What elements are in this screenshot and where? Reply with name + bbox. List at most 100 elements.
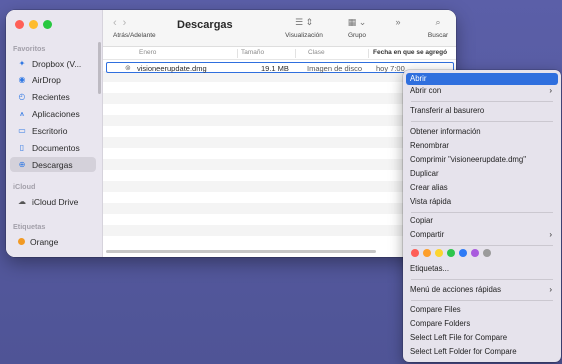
sidebar-item-label: Dropbox (V... [32,58,82,69]
sidebar-item-label: Orange [30,236,59,247]
file-date: hoy 7:00 [376,64,405,73]
menu-item-compare-files[interactable]: Compare Files [406,304,558,316]
file-row-selected[interactable]: ⊚ visioneerupdate.dmg 19.1 MB Imagen de … [106,62,454,73]
document-icon: ▯ [19,143,25,152]
tag-color-dot[interactable] [411,249,419,257]
zoom-button[interactable] [43,20,52,29]
column-size[interactable]: Tamaño [241,49,264,56]
tag-color-dot[interactable] [447,249,455,257]
menu-item-open[interactable]: Abrir [406,73,558,85]
apps-icon: ⩚ [19,108,25,118]
sidebar-item-airdrop[interactable]: ◉ AirDrop [10,72,96,87]
sidebar-item-recientes[interactable]: ◴ Recientes [10,89,96,104]
menu-item-select-left-file[interactable]: Select Left File for Compare [406,332,558,344]
column-headers: Enero Tamaño Clase Fecha en que se agreg… [103,47,456,60]
column-date-added[interactable]: Fecha en que se agregó [373,49,447,56]
menu-item-rename[interactable]: Renombrar [406,140,558,152]
toolbar: ‹› Atrás/Adelante Descargas ☰ ⇕ Visualiz… [103,10,456,47]
back-forward-buttons[interactable]: ‹› [113,17,132,29]
menu-separator [411,101,553,102]
sidebar-item-descargas[interactable]: ⊕ Descargas [10,157,96,172]
context-menu: Abrir Abrir con › Transferir al basurero… [403,70,561,362]
menu-item-quick-actions[interactable]: Menú de acciones rápidas › [406,284,558,296]
column-divider [295,49,296,58]
menu-separator [411,279,553,280]
tag-color-dot[interactable] [483,249,491,257]
window-controls [15,20,52,29]
view-control[interactable]: ☰ ⇕ Visualización [279,17,329,39]
column-divider [368,49,369,58]
file-size: 19.1 MB [261,64,289,73]
nav-label: Atrás/Adelante [113,32,156,39]
orange-tag-dot [18,238,25,245]
view-label: Visualización [285,32,323,39]
chevron-right-icon: › [549,285,552,294]
column-divider [237,49,238,58]
sidebar-item-dropbox[interactable]: ✦ Dropbox (V... [10,56,96,71]
group-control[interactable]: ▦ ⌄ Grupo [337,17,377,39]
file-kind: Imagen de disco [307,64,363,73]
sidebar-item-label: Aplicaciones [32,108,80,119]
close-button[interactable] [15,20,24,29]
menu-item-quick-look[interactable]: Vista rápida [406,196,558,208]
sidebar-scrollbar[interactable] [98,42,101,94]
menu-separator [411,245,553,246]
list-view-icon: ☰ ⇕ [294,17,314,27]
chevron-right-icon: › [549,230,552,239]
menu-item-share[interactable]: Compartir › [406,229,558,241]
finder-window: Favoritos ✦ Dropbox (V... ◉ AirDrop ◴ Re… [6,10,456,257]
sidebar-item-tag-orange[interactable]: Orange [10,234,96,249]
search-label: Buscar [427,32,449,39]
menu-item-label: Compartir [410,230,445,239]
sidebar-item-label: Descargas [32,159,73,170]
menu-separator [411,300,553,301]
menu-item-get-info[interactable]: Obtener información [406,126,558,138]
column-kind[interactable]: Clase [308,49,325,56]
menu-item-compare-folders[interactable]: Compare Folders [406,318,558,330]
menu-item-duplicate[interactable]: Duplicar [406,168,558,180]
sidebar-item-aplicaciones[interactable]: ⩚ Aplicaciones [10,106,96,121]
sidebar-item-icloud-drive[interactable]: ☁ iCloud Drive [10,194,96,209]
column-name[interactable]: Enero [139,49,156,56]
dropbox-icon: ✦ [18,59,26,68]
menu-item-copy[interactable]: Copiar [406,215,558,227]
chevron-left-icon[interactable]: ‹ [113,17,123,29]
tag-color-dot[interactable] [423,249,431,257]
menu-item-move-to-trash[interactable]: Transferir al basurero [406,105,558,117]
chevron-right-icon[interactable]: › [123,17,133,29]
desktop-icon: ▭ [18,126,26,135]
favorites-heading: Favoritos [13,44,46,53]
tag-color-dot[interactable] [459,249,467,257]
menu-item-compress[interactable]: Comprimir "visioneerupdate.dmg" [406,154,558,166]
sidebar-item-escritorio[interactable]: ▭ Escritorio [10,123,96,138]
sidebar-item-label: Escritorio [32,125,68,136]
folder-title: Descargas [177,19,233,31]
tag-color-dot[interactable] [471,249,479,257]
search-control[interactable]: ⌕ Buscar [421,17,455,39]
menu-separator [411,212,553,213]
tag-color-dot[interactable] [435,249,443,257]
more-toolbar-button[interactable]: » [389,17,407,29]
sidebar-item-label: Recientes [32,91,70,102]
menu-item-label: Abrir con [410,86,442,95]
menu-item-label: Menú de acciones rápidas [410,285,502,294]
sidebar-item-label: AirDrop [32,74,61,85]
sidebar-item-label: Documentos [32,142,80,153]
airdrop-icon: ◉ [18,75,26,84]
menu-item-make-alias[interactable]: Crear alias [406,182,558,194]
menu-item-select-left-folder[interactable]: Select Left Folder for Compare [406,346,558,358]
sidebar: Favoritos ✦ Dropbox (V... ◉ AirDrop ◴ Re… [6,10,103,257]
sidebar-item-documentos[interactable]: ▯ Documentos [10,140,96,155]
disk-image-icon: ⊚ [125,65,131,72]
clock-icon: ◴ [18,92,26,101]
double-chevron-right-icon: » [395,17,401,27]
file-name: visioneerupdate.dmg [137,64,207,73]
search-icon: ⌕ [435,17,441,27]
tag-color-picker [411,249,491,257]
menu-item-tags[interactable]: Etiquetas... [406,263,558,275]
grid-group-icon: ▦ ⌄ [347,17,367,27]
menu-item-open-with[interactable]: Abrir con › [406,85,558,97]
horizontal-scrollbar[interactable] [106,250,376,253]
group-label: Grupo [347,32,367,39]
minimize-button[interactable] [29,20,38,29]
